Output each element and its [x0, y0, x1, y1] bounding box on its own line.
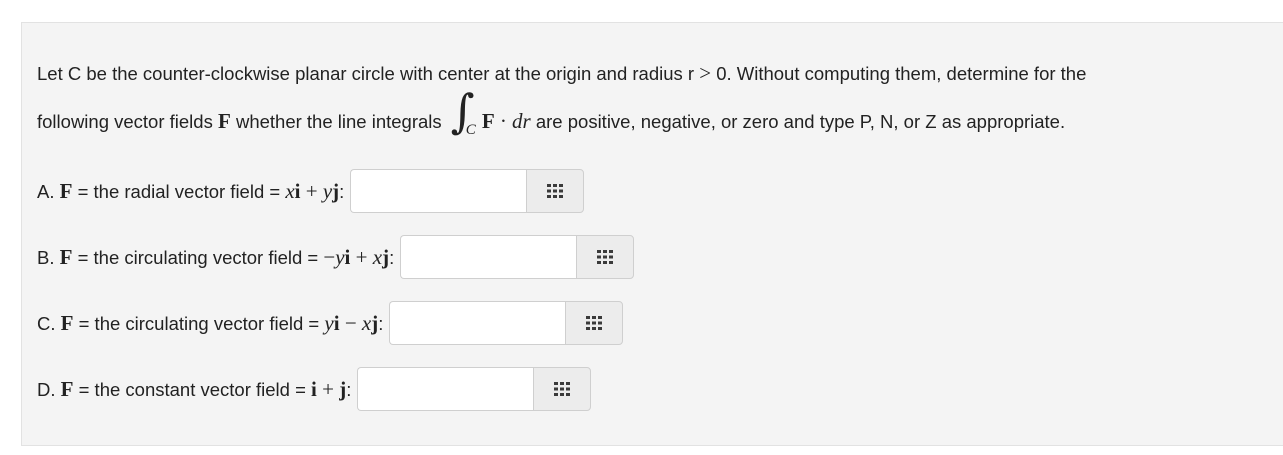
grid-icon	[554, 382, 571, 396]
statement-text-2: following vector fields	[37, 111, 213, 132]
integrand-field: F	[481, 109, 495, 133]
question-d-label: D. F = the constant vector field = i + j…	[37, 376, 352, 401]
matrix-button-c[interactable]	[565, 301, 624, 345]
question-d: D. F = the constant vector field = i + j…	[37, 367, 592, 411]
matrix-button-d[interactable]	[533, 367, 592, 411]
answer-input-c[interactable]	[389, 301, 566, 345]
question-b-label: B. F = the circulating vector field = −y…	[37, 244, 395, 269]
dot-operator: ·	[499, 109, 507, 133]
question-a-label: A. F = the radial vector field = xi + yj…	[37, 178, 345, 203]
statement-line-2: following vector fields F whether the li…	[37, 88, 1066, 138]
integral-subscript: C	[465, 122, 476, 138]
answer-group-a	[350, 169, 585, 213]
question-d-expression: i + j	[311, 376, 347, 401]
question-b-expression: −yi + xj	[323, 244, 390, 269]
question-a-expression: xi + yj	[285, 178, 340, 203]
problem-panel: Let C be the counter-clockwise planar ci…	[21, 22, 1283, 446]
answer-input-b[interactable]	[400, 235, 577, 279]
statement-line-1: Let C be the counter-clockwise planar ci…	[37, 61, 1086, 86]
matrix-button-a[interactable]	[526, 169, 585, 213]
answer-group-c	[389, 301, 624, 345]
answer-input-a[interactable]	[350, 169, 527, 213]
answer-input-d[interactable]	[357, 367, 534, 411]
question-c-label: C. F = the circulating vector field = yi…	[37, 310, 384, 335]
integrand-dr: dr	[512, 109, 531, 133]
grid-icon	[586, 316, 603, 330]
statement-text-3: whether the line integrals	[235, 111, 442, 132]
question-a: A. F = the radial vector field = xi + yj…	[37, 169, 585, 213]
question-c-expression: yi − xj	[324, 310, 379, 335]
answer-group-b	[400, 235, 635, 279]
statement-text-rest: 0. Without computing them, determine for…	[716, 63, 1087, 84]
grid-icon	[547, 184, 564, 198]
matrix-button-b[interactable]	[576, 235, 635, 279]
statement-text-4: are positive, negative, or zero and type…	[535, 111, 1066, 132]
question-c: C. F = the circulating vector field = yi…	[37, 301, 624, 345]
vector-field-symbol: F	[217, 109, 231, 133]
answer-group-d	[357, 367, 592, 411]
question-b: B. F = the circulating vector field = −y…	[37, 235, 635, 279]
line-integral-symbol: ∫ C	[447, 88, 477, 138]
greater-than-symbol: >	[699, 61, 712, 85]
statement-text: Let C be the counter-clockwise planar ci…	[37, 63, 695, 84]
grid-icon	[597, 250, 614, 264]
